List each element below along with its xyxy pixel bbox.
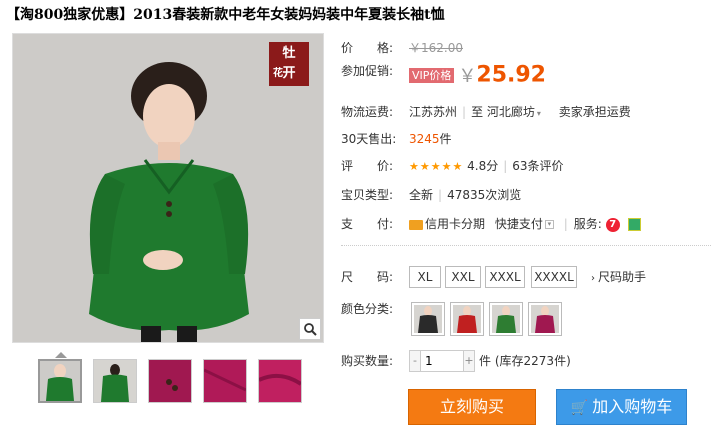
promo-label: 参加促销: (341, 64, 394, 78)
ship-from: 江苏苏州 (409, 105, 458, 119)
quantity-plus-button[interactable]: + (463, 350, 475, 372)
buy-now-button[interactable]: 立刻购买 (408, 389, 536, 425)
size-helper-label: 尺码助手 (598, 270, 647, 284)
item-type-label: 宝贝类型: (341, 188, 394, 202)
magnifier-icon (304, 323, 317, 336)
product-title: 【淘800独家优惠】2013春装新款中老年女装妈妈装中年夏装长袖t恤 (6, 7, 445, 23)
sales-label: 30天售出: (341, 132, 397, 146)
quantity-label: 购买数量: (341, 354, 394, 368)
credit-card-icon (409, 219, 423, 230)
rating-row: 评 价: ★★★★★ 4.8分 | 63条评价 (341, 159, 564, 173)
thumbnail-4[interactable] (203, 359, 247, 403)
promo-price: 25.92 (476, 62, 546, 88)
size-label: 尺 码: (341, 270, 394, 284)
quantity-unit: 件 (479, 354, 492, 368)
color-option-black[interactable] (411, 302, 445, 336)
add-to-cart-label: 加入购物车 (592, 397, 673, 416)
thumbnail-5[interactable] (258, 359, 302, 403)
color-row: 颜色分类: (341, 302, 562, 336)
shipping-row: 物流运费: 江苏苏州 | 至 河北廊坊 ▾ 卖家承担运费 (341, 105, 631, 119)
size-option-xl[interactable]: XL (409, 266, 441, 288)
quantity-input[interactable] (421, 350, 463, 372)
product-main-image: 牡 花 开 (12, 33, 324, 343)
logo-char-1: 牡 (282, 46, 296, 61)
quantity-row: 购买数量: - + 件 (库存2273件) (341, 350, 571, 372)
sales-row: 30天售出: 3245件 (341, 130, 452, 147)
vip-badge: VIP价格 (409, 67, 455, 83)
chevron-right-icon: › (591, 273, 595, 284)
thumbnail-3[interactable] (148, 359, 192, 403)
brand-logo: 牡 花 开 (269, 42, 309, 86)
reviews-link[interactable]: 63条评价 (512, 159, 563, 173)
quantity-minus-button[interactable]: - (409, 350, 421, 372)
cart-icon: 🛒 (570, 400, 589, 416)
thumbnail-2[interactable] (93, 359, 137, 403)
item-type-row: 宝贝类型: 全新 | 47835次浏览 (341, 188, 522, 202)
rating-score: 4.8分 (467, 159, 499, 173)
add-to-cart-button[interactable]: 🛒 加入购物车 (556, 389, 687, 425)
chevron-down-icon[interactable]: ▾ (544, 220, 554, 229)
size-option-xxxl[interactable]: XXXL (485, 266, 525, 288)
ship-to-select[interactable]: 河北廊坊 (487, 105, 535, 119)
thumbnail-strip (38, 359, 302, 403)
chevron-down-icon: ▾ (536, 109, 541, 118)
color-option-magenta[interactable] (528, 302, 562, 336)
payment-label: 支 付: (341, 217, 394, 231)
size-row: 尺 码: XL XXL XXXL XXXXL › 尺码助手 (341, 266, 646, 288)
color-option-green[interactable] (489, 302, 523, 336)
quantity-stepper: - + (409, 350, 489, 372)
thumb-selected-arrow (55, 352, 67, 358)
color-option-red[interactable] (450, 302, 484, 336)
seven-day-return-icon[interactable]: 7 (605, 217, 620, 232)
shipping-note: 卖家承担运费 (558, 105, 631, 119)
price-row: 价 格: ￥162.00 (341, 39, 463, 56)
payment-row: 支 付: 信用卡分期 快捷支付 ▾ | 服务: 7 (341, 215, 641, 232)
logo-char-2: 花 (273, 68, 283, 79)
size-option-xxxxl[interactable]: XXXXL (531, 266, 577, 288)
guarantee-icon[interactable] (627, 218, 641, 231)
original-price: ￥162.00 (409, 41, 463, 55)
shipping-label: 物流运费: (341, 105, 394, 119)
quantity-stock: 件 (库存2273件) (479, 350, 571, 372)
rating-label: 评 价: (341, 159, 394, 173)
price-label: 价 格: (341, 41, 394, 55)
thumbnail-1[interactable] (38, 359, 82, 403)
divider (341, 245, 711, 246)
sales-unit: 件 (439, 132, 452, 146)
currency-symbol: ￥ (458, 66, 477, 87)
zoom-button[interactable] (299, 318, 321, 340)
color-label: 颜色分类: (341, 302, 394, 316)
payment-method-installment[interactable]: 信用卡分期 (425, 217, 485, 231)
promo-row: 参加促销: VIP价格 ￥25.92 (341, 62, 546, 88)
sales-count: 3245 (409, 132, 440, 146)
stock-count: (库存2273件) (494, 354, 571, 368)
size-option-xxl[interactable]: XXL (445, 266, 481, 288)
service-label: 服务: (573, 217, 602, 231)
size-helper-link[interactable]: › 尺码助手 (591, 266, 646, 290)
ship-to-prefix: 至 (471, 105, 484, 119)
star-rating-icon: ★★★★★ (409, 160, 464, 173)
payment-method-quick[interactable]: 快捷支付 (495, 217, 543, 231)
item-views: 47835次浏览 (447, 188, 522, 202)
item-condition: 全新 (409, 188, 434, 202)
